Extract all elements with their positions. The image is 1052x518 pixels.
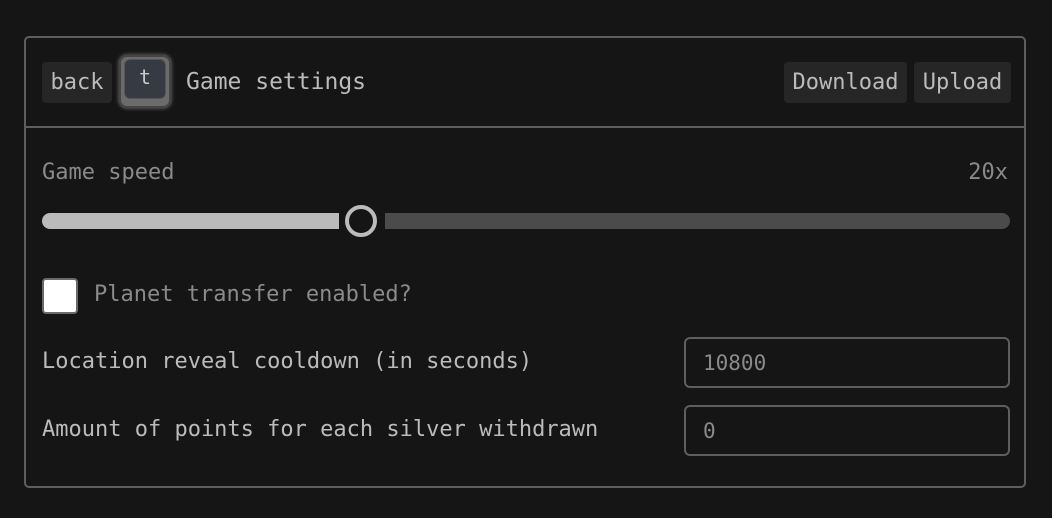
shortcut-key-label: t [124, 59, 166, 99]
page-title: Game settings [186, 69, 367, 95]
game-speed-label: Game speed [42, 160, 175, 185]
back-button[interactable]: back [42, 62, 112, 103]
slider-track-fill [42, 213, 340, 229]
location-reveal-cooldown-label: Location reveal cooldown (in seconds) [42, 349, 533, 374]
location-reveal-cooldown-input[interactable] [684, 337, 1010, 388]
planet-transfer-checkbox[interactable] [42, 278, 78, 314]
download-button[interactable]: Download [784, 62, 907, 103]
points-per-silver-input[interactable] [684, 405, 1010, 456]
game-speed-value: 20x [968, 160, 1008, 185]
panel-header: back t Game settings Download Upload [26, 38, 1024, 128]
planet-transfer-label: Planet transfer enabled? [94, 282, 412, 307]
game-speed-slider[interactable] [42, 200, 1010, 240]
upload-button[interactable]: Upload [914, 62, 1011, 103]
slider-track-rest [385, 213, 1010, 229]
game-settings-panel: back t Game settings Download Upload Gam… [24, 36, 1026, 488]
shortcut-key-badge: t [119, 55, 171, 108]
points-per-silver-label: Amount of points for each silver withdra… [42, 417, 599, 442]
slider-thumb[interactable] [345, 205, 378, 237]
